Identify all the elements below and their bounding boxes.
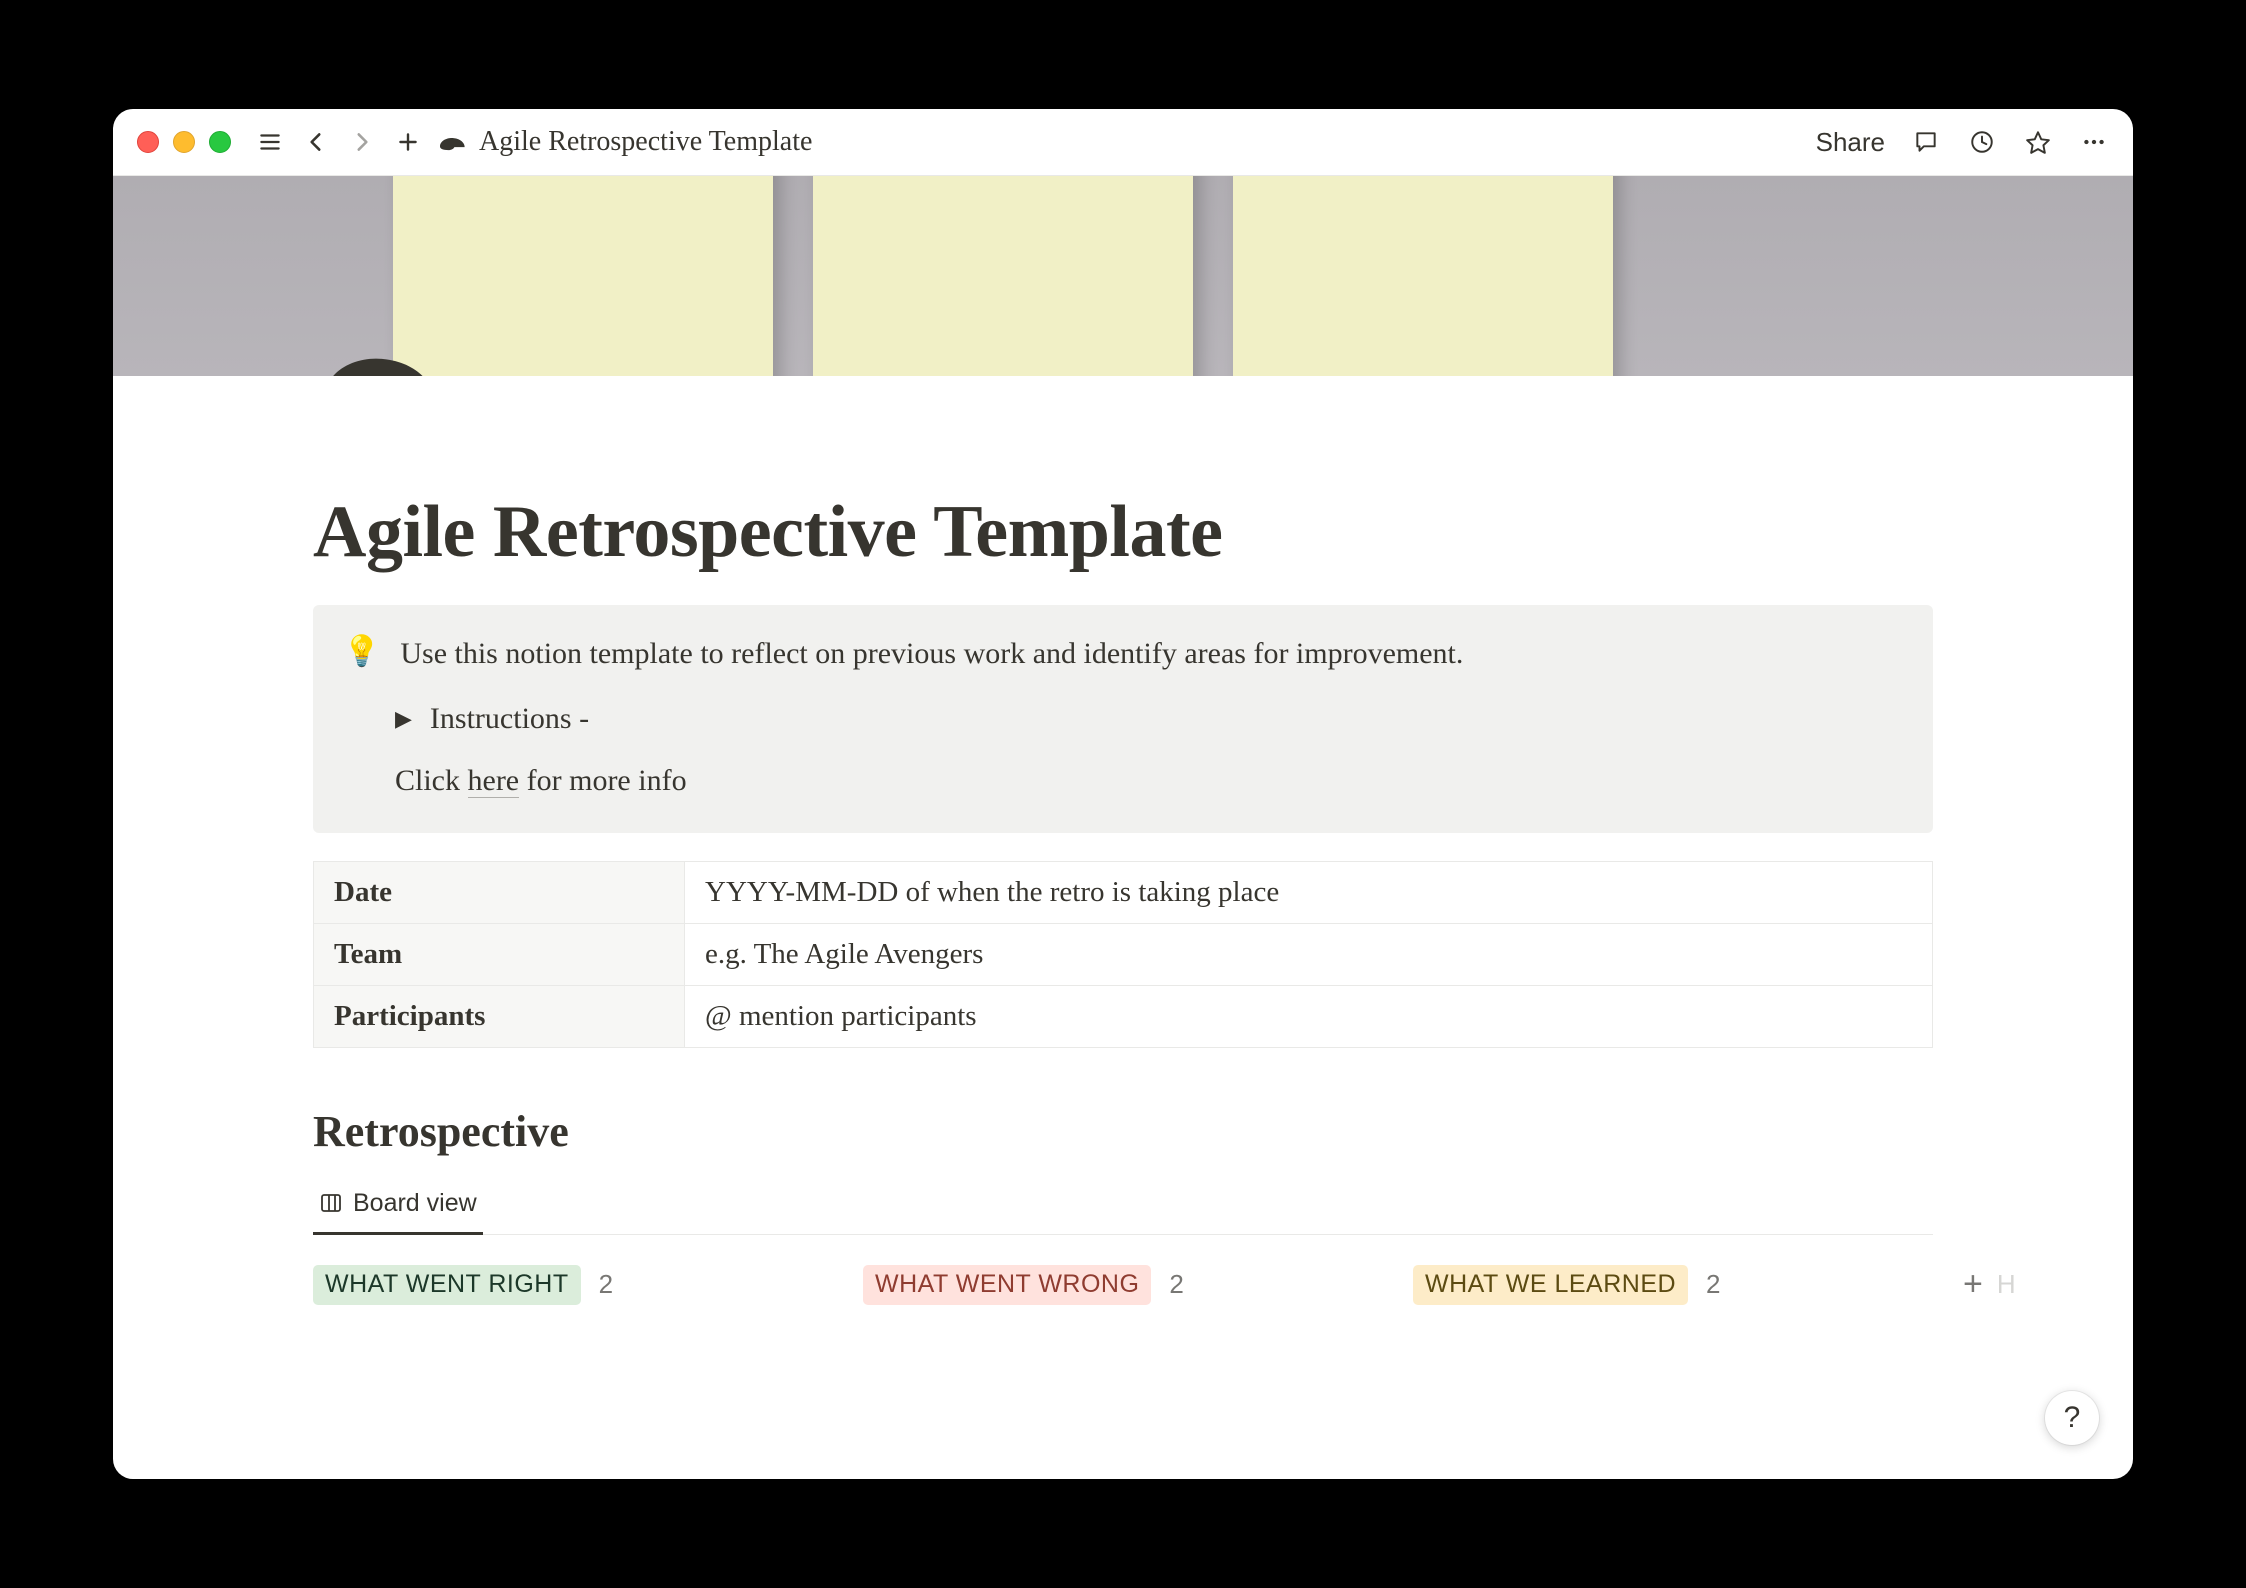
toggle-label: Instructions - [430, 696, 589, 743]
add-column-button[interactable]: + H [1963, 1265, 2016, 1304]
maximize-window-button[interactable] [209, 131, 231, 153]
section-heading[interactable]: Retrospective [313, 1106, 1933, 1157]
help-button[interactable]: ? [2045, 1391, 2099, 1445]
close-window-button[interactable] [137, 131, 159, 153]
instructions-toggle[interactable]: ▶ Instructions - [395, 696, 1903, 743]
more-info-suffix: for more info [519, 764, 686, 797]
cover-image[interactable] [113, 176, 2133, 376]
favorite-icon[interactable] [2023, 127, 2053, 157]
column-label: WHAT WENT WRONG [863, 1265, 1151, 1305]
updates-icon[interactable] [1967, 127, 1997, 157]
callout-text: Use this notion template to reflect on p… [400, 631, 1463, 678]
topbar-right: Share [1816, 127, 2109, 158]
column-count: 2 [1169, 1269, 1183, 1300]
more-info-line: Click here for more info [395, 758, 1903, 805]
column-count: 2 [599, 1269, 613, 1300]
board-column-wrong[interactable]: WHAT WENT WRONG 2 [863, 1265, 1373, 1305]
app-window: Agile Retrospective Template Share [113, 109, 2133, 1479]
share-button[interactable]: Share [1816, 127, 1885, 158]
comments-icon[interactable] [1911, 127, 1941, 157]
nav-forward-button[interactable] [345, 125, 379, 159]
more-info-prefix: Click [395, 764, 468, 797]
board-column-learned[interactable]: WHAT WE LEARNED 2 [1413, 1265, 1923, 1305]
column-label: WHAT WENT RIGHT [313, 1265, 581, 1305]
table-row: Participants @ mention participants [314, 985, 1933, 1047]
cover-sticky-notes [393, 176, 1613, 376]
window-controls [137, 131, 231, 153]
more-icon[interactable] [2079, 127, 2109, 157]
page-content: Agile Retrospective Template 💡 Use this … [113, 376, 2133, 1305]
page-icon[interactable] [313, 332, 443, 376]
callout-block[interactable]: 💡 Use this notion template to reflect on… [313, 605, 1933, 833]
nav-back-button[interactable] [299, 125, 333, 159]
board: WHAT WENT RIGHT 2 WHAT WENT WRONG 2 WHAT… [313, 1265, 1933, 1305]
column-count: 2 [1706, 1269, 1720, 1300]
sidebar-toggle-icon[interactable] [253, 125, 287, 159]
breadcrumb-title[interactable]: Agile Retrospective Template [479, 126, 812, 158]
table-row: Team e.g. The Agile Avengers [314, 923, 1933, 985]
column-label: WHAT WE LEARNED [1413, 1265, 1688, 1305]
view-tabs: Board view [313, 1179, 1933, 1235]
board-column-right[interactable]: WHAT WENT RIGHT 2 [313, 1265, 823, 1305]
meta-value-team[interactable]: e.g. The Agile Avengers [685, 923, 1933, 985]
meta-label-participants: Participants [314, 985, 685, 1047]
tab-board-view[interactable]: Board view [313, 1179, 483, 1235]
help-label: ? [2064, 1401, 2081, 1435]
minimize-window-button[interactable] [173, 131, 195, 153]
topbar: Agile Retrospective Template Share [113, 109, 2133, 176]
breadcrumb-icon [437, 131, 467, 153]
plus-icon: + [1963, 1265, 1983, 1304]
meta-label-date: Date [314, 861, 685, 923]
meta-table[interactable]: Date YYYY-MM-DD of when the retro is tak… [313, 861, 1933, 1048]
toggle-triangle-icon: ▶ [395, 702, 412, 736]
page-title[interactable]: Agile Retrospective Template [313, 490, 1933, 575]
meta-value-participants[interactable]: @ mention participants [685, 985, 1933, 1047]
lightbulb-icon: 💡 [343, 631, 380, 673]
hidden-group-hint: H [1997, 1269, 2016, 1300]
meta-label-team: Team [314, 923, 685, 985]
table-row: Date YYYY-MM-DD of when the retro is tak… [314, 861, 1933, 923]
tab-board-label: Board view [353, 1189, 477, 1218]
meta-value-date[interactable]: YYYY-MM-DD of when the retro is taking p… [685, 861, 1933, 923]
more-info-link[interactable]: here [468, 764, 520, 798]
new-page-button[interactable] [391, 125, 425, 159]
